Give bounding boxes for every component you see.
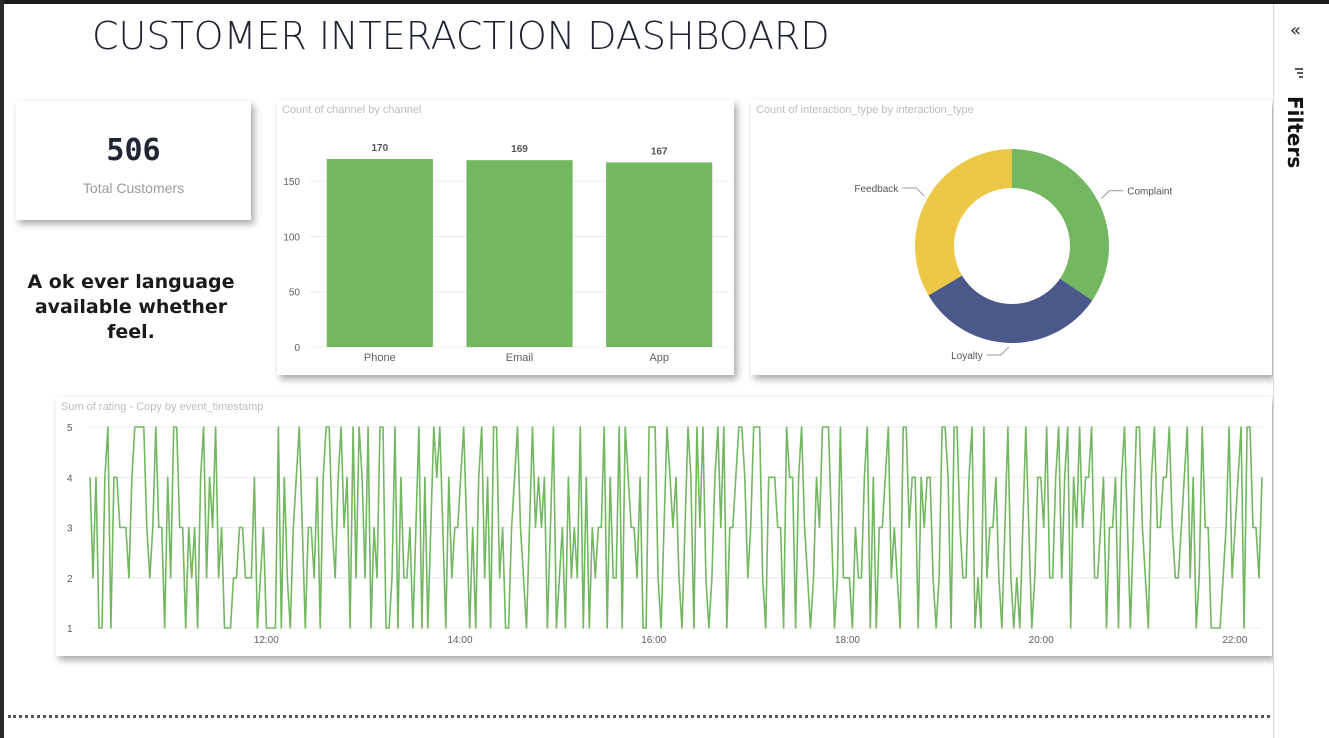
x-tick-label: 12:00 <box>254 635 279 646</box>
bar <box>466 160 573 347</box>
line-chart-card[interactable]: Sum of rating - Copy by event_timestamp … <box>56 397 1272 656</box>
line-chart: 1 2 3 4 5 12:00 14:00 16:00 18:00 20:00 22:00 <box>67 423 1263 646</box>
bar <box>606 162 713 347</box>
y-tick-label: 5 <box>67 423 73 434</box>
y-tick-label: 50 <box>289 288 301 299</box>
x-tick-label: App <box>649 352 669 364</box>
y-tick-label: 3 <box>67 524 73 535</box>
y-tick-label: 1 <box>67 624 73 635</box>
bar <box>326 159 433 347</box>
y-tick-label: 4 <box>67 473 73 484</box>
data-label: 167 <box>651 146 668 157</box>
kpi-label: Total Customers <box>82 180 185 196</box>
y-tick-label: 150 <box>283 177 300 188</box>
data-label: 169 <box>511 144 528 155</box>
kpi-card[interactable]: 506 Total Customers <box>16 101 251 220</box>
y-tick-label: 0 <box>294 343 300 354</box>
filters-label[interactable]: Filters <box>1283 96 1307 168</box>
donut-slice <box>915 149 1012 296</box>
x-tick-label: 18:00 <box>835 635 860 646</box>
slice-label: Feedback <box>854 184 899 195</box>
slice-label: Loyalty <box>951 351 983 362</box>
data-label: 170 <box>371 143 388 154</box>
kpi-value: 506 <box>106 133 161 168</box>
window-top-border <box>0 0 1329 4</box>
window-left-border <box>0 0 4 738</box>
leader-line <box>902 187 925 197</box>
slice-label: Complaint <box>1127 187 1172 198</box>
donut-chart-card[interactable]: Count of interaction_type by interaction… <box>751 100 1272 375</box>
x-tick-label: 14:00 <box>447 635 472 646</box>
donut-slice <box>928 275 1093 343</box>
y-tick-label: 100 <box>283 232 300 243</box>
x-tick-label: 16:00 <box>641 635 666 646</box>
donut-slice <box>1012 149 1109 301</box>
filter-icon <box>1295 68 1303 78</box>
x-tick-label: 20:00 <box>1029 635 1054 646</box>
x-tick-label: 22:00 <box>1222 635 1247 646</box>
text-box: A ok ever language available whether fee… <box>27 271 235 343</box>
bar-chart: 0 50 100 150 170 Phone 169 Email 167 App <box>283 143 729 364</box>
x-tick-label: Phone <box>364 352 396 364</box>
donut-chart: Complaint Loyalty Feedback <box>854 149 1173 362</box>
double-chevron-right-icon[interactable]: « <box>1290 20 1301 41</box>
y-tick-label: 2 <box>67 574 73 585</box>
bar-chart-card[interactable]: Count of channel by channel 0 50 100 150 170… <box>277 100 734 375</box>
x-tick-label: Email <box>506 352 534 364</box>
page-bottom-divider <box>8 715 1270 718</box>
leader-line <box>1100 190 1124 200</box>
leader-line <box>986 346 1010 356</box>
page-title: CUSTOMER INTERACTION DASHBOARD <box>92 14 830 58</box>
